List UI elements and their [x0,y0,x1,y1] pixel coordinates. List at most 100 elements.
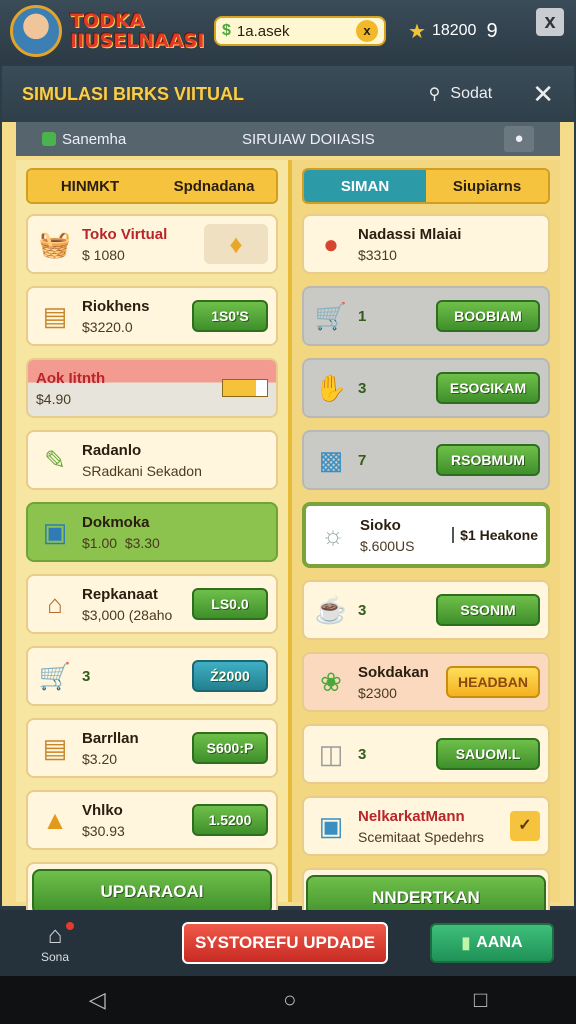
card-info: Sioko $.600US [360,517,444,554]
buy-button[interactable]: 1S0'S [191,300,268,332]
system-update-button[interactable]: SYSTOREFU UPDADE [182,922,388,964]
shop-card[interactable]: ☕ 3 SSONIM [301,580,550,640]
shop-card[interactable]: 🛒 3 Ź2000 [26,646,278,706]
level-number: 9 [486,19,498,42]
logo-line-2: IIUSELNAASI [70,30,205,52]
shop-card[interactable]: ▲ Vhlko $30.93 1.5200 [26,790,278,850]
card-info: Vhlko $30.93 [82,802,184,839]
buy-button[interactable]: 1.5200 [191,804,268,836]
brush-icon: ✎ [44,444,66,475]
cart-icon: 🛒 [38,660,72,691]
card-price: $2300 [357,684,397,701]
shop-card[interactable]: ▩ 7 RSOBMUM [301,430,550,490]
cash-icon: $ [222,22,231,39]
buy-button[interactable]: S600:P [191,732,268,764]
top-search-field[interactable]: $ 1a.asek x [214,16,386,46]
card-info: Repkanaat $3,000 (28aho [82,586,184,623]
card-info: Sokdakan $2300 [358,664,438,701]
tab-right-2[interactable]: Siupiarns [426,170,548,202]
card-info: Barrllan $3.20 [82,730,184,767]
recents-icon[interactable]: □ [474,987,487,1013]
cart-icon: 🛒 [314,300,348,331]
card-price: $ 1080 [82,246,125,263]
pencil-icon[interactable] [221,379,268,397]
checkbox[interactable]: ✓ [510,811,540,841]
card-price: $3310 [357,246,397,263]
bank-button[interactable]: ▮ AANA [430,923,554,963]
shop-card[interactable]: ▤ Riokhens $3220.0 1S0'S [26,286,278,346]
notebook-icon: ▤ [42,732,68,763]
sub-right-label: SIRUIAW DOIIASIS [242,130,375,148]
buy-button[interactable]: LS0.0 [191,588,268,620]
card-info: NelkarkatMann Scemitaat Spedehrs [358,808,502,845]
card-name: NelkarkatMann [357,807,465,825]
card-name: Aok Iitnth [36,369,106,387]
panel-title: SIMULASI BIRKS VIITUAL [22,83,245,104]
shop-card[interactable]: 🧺 Toko Virtual $ 1080 ♦ [26,214,278,274]
notification-dot [66,922,74,930]
shop-card[interactable]: ▤ Barrllan $3.20 S600:P [26,718,278,778]
tab-left-1[interactable]: HINMKT [28,170,152,202]
card-price: $3220.0 [82,318,133,335]
back-icon[interactable]: ◁ [89,987,106,1013]
shop-card[interactable]: ✋ 3 ESOGIKAM [301,358,550,418]
buy-button[interactable]: RSOBMUM [436,444,540,476]
shop-card[interactable]: ⌂ Repkanaat $3,000 (28aho LS0.0 [26,574,278,634]
sub-header: Sanemha SIRUIAW DOIIASIS ● [16,122,560,156]
lock-icon[interactable]: ● [504,126,534,152]
bottom-nav: ⌂ Sona SYSTOREFU UPDADE ▮ AANA [0,910,576,976]
cup-icon: ☕ [314,594,348,625]
shop-card[interactable]: Aok Iitnth $4.90 [26,358,278,418]
hand-icon: ✋ [314,372,348,403]
card-extra: $1 Heakone [452,527,538,543]
android-nav-bar: ◁ ○ □ [0,976,576,1024]
shop-card[interactable]: 🛒 1 BOOBIAM [301,286,550,346]
columns: HINMKT Spdnadana 🧺 Toko Virtual $ 1080 ♦… [16,160,560,928]
cabbage-icon: ❀ [320,666,342,697]
shop-card[interactable]: ● Nadassi Mlaiai $3310 [301,214,550,274]
player-avatar[interactable] [10,5,62,57]
card-info: Toko Virtual $ 1080 [82,226,196,263]
card-info: Dokmoka $1.00 $3.30 [82,514,268,551]
shop-card[interactable]: ❀ Sokdakan $2300 HEADBAN [301,652,550,712]
logo-line-1: TODKA [70,10,145,32]
card-info: Riokhens $3220.0 [82,298,184,335]
buy-button[interactable]: SSONIM [436,594,540,626]
shop-card[interactable]: ▣ Dokmoka $1.00 $3.30 [26,502,278,562]
card-name: Sioko [359,516,401,534]
buy-button[interactable]: Ź2000 [191,660,268,692]
card-name: Nadassi Mlaiai [357,225,462,243]
buy-button[interactable]: BOOBIAM [436,300,540,332]
shop-card[interactable]: ✎ Radanlo SRadkani Sekadon [26,430,278,490]
panel-search-label: Sodat [450,85,493,102]
close-game-button[interactable]: x [536,8,564,36]
shop-card[interactable]: ☼ Sioko $.600US $1 Heakone [301,502,550,568]
tab-right-1[interactable]: SIMAN [303,170,426,202]
card-quantity: 7 [357,451,367,469]
card-price: SRadkani Sekadon [82,462,202,479]
clear-search-button[interactable]: x [356,20,378,42]
card-name: Toko Virtual [82,225,168,243]
jar-icon: ▩ [318,444,344,475]
card-price: Scemitaat Spedehrs [357,828,485,845]
card-name: Sokdakan [357,663,429,681]
close-icon[interactable]: ✕ [532,79,554,110]
buy-button[interactable]: ESOGIKAM [436,372,540,404]
shop-card[interactable]: ▣ NelkarkatMann Scemitaat Spedehrs ✓ [301,796,550,856]
home-circle-icon[interactable]: ○ [283,987,296,1013]
shop-card[interactable]: ◫ 3 SAUOM.L [301,724,550,784]
coin-amount: 18200 [431,22,477,39]
shop-panel: SIMULASI BIRKS VIITUAL ⚲ Sodat ✕ Sanemha… [0,64,576,928]
card-quantity: 3 [357,745,367,763]
left-column: HINMKT Spdnadana 🧺 Toko Virtual $ 1080 ♦… [16,160,288,922]
sub-header-left[interactable]: Sanemha [42,131,242,148]
card-name: Repkanaat [82,585,158,603]
buy-button[interactable]: SAUOM.L [436,738,540,770]
can-icon: ◫ [318,738,344,769]
panel-search-button[interactable]: ⚲ Sodat [429,84,493,104]
buy-button[interactable]: HEADBAN [446,666,540,698]
home-nav-item[interactable]: ⌂ Sona [20,922,90,964]
tab-left-2[interactable]: Spdnadana [152,170,276,202]
update-button[interactable]: UPDARAOAI [31,869,272,915]
right-column: SIMAN Siupiarns ● Nadassi Mlaiai $3310 🛒… [287,160,560,928]
